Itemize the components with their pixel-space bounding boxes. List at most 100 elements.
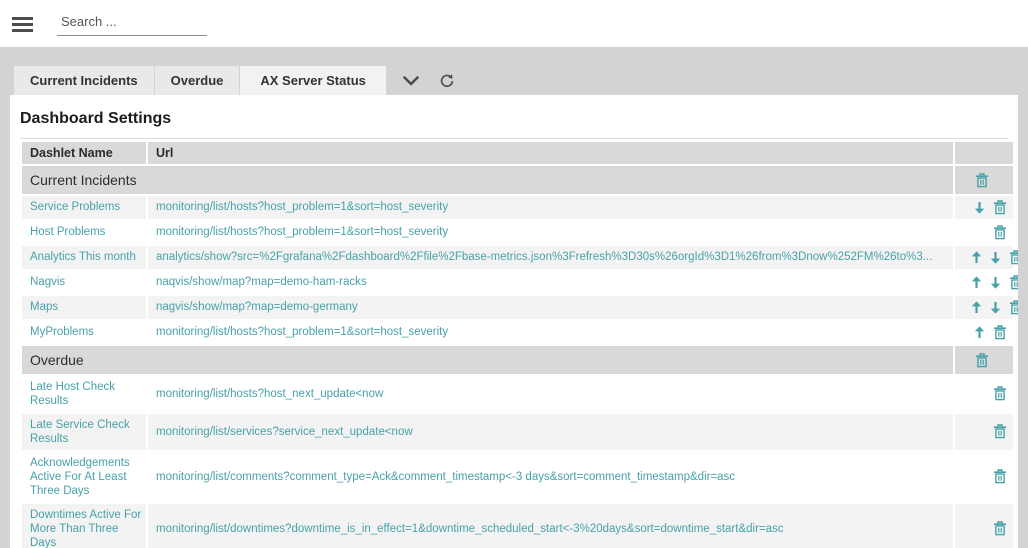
dashlet-table: Dashlet Name Url Current IncidentsServic… [20,140,1015,548]
table-header-row: Dashlet Name Url [22,142,1013,164]
dashlet-url-cell: nagvis/show/map?map=demo-germany [148,296,953,319]
delete-button[interactable] [993,469,1007,484]
dashlet-url-link[interactable]: nagvis/show/map?map=demo-germany [156,301,358,313]
column-header-actions [955,142,1013,164]
arrow-up-icon [971,251,982,264]
trash-icon [993,469,1007,484]
tab-ax-server-status[interactable]: AX Server Status [240,66,386,95]
dashlet-name-cell: Late Service Check Results [22,414,146,450]
search-field-wrap [57,12,207,36]
dashlet-url-link[interactable]: monitoring/list/hosts?host_problem=1&sor… [156,326,448,338]
delete-button[interactable] [1009,275,1018,290]
search-input[interactable] [57,12,207,36]
dashlet-url-link[interactable]: monitoring/list/hosts?host_problem=1&sor… [156,226,448,238]
delete-button[interactable] [993,200,1007,215]
dashlet-name-link[interactable]: Nagvis [30,276,65,288]
chevron-down-icon[interactable] [403,66,419,95]
delete-button[interactable] [993,325,1007,340]
dashlet-name-cell: Analytics This month [22,246,146,269]
dashlet-url-link[interactable]: analytics/show?src=%2Fgrafana%2Fdashboar… [156,251,932,263]
move-down-button[interactable] [990,301,1001,314]
dashlet-name-link[interactable]: Late Service Check Results [30,419,130,445]
dashlet-url-cell: naqvis/show/map?map=demo-ham-racks [148,271,953,294]
dashlet-row: Downtimes Active For More Than Three Day… [22,504,1013,548]
row-actions [955,414,1013,450]
arrow-up-icon [971,301,982,314]
dashlet-name-cell: Nagvis [22,271,146,294]
move-up-button[interactable] [971,251,982,264]
delete-button[interactable] [1009,300,1018,315]
refresh-icon[interactable] [439,66,455,95]
move-down-button[interactable] [990,251,1001,264]
dashlet-url-link[interactable]: monitoring/list/services?service_next_up… [156,426,413,438]
dashlet-name-link[interactable]: Host Problems [30,226,105,238]
arrow-up-icon [974,326,985,339]
dashlet-url-link[interactable]: monitoring/list/downtimes?downtime_is_in… [156,523,784,535]
row-actions [955,271,1013,294]
tab-overdue[interactable]: Overdue [155,66,240,95]
dashlet-row: Late Host Check Results monitoring/list/h… [22,376,1013,412]
dashlet-url-cell: monitoring/list/services?service_next_up… [148,414,953,450]
trash-icon [993,521,1007,536]
dashlet-row: Nagvis naqvis/show/map?map=demo-ham-racks [22,271,1013,294]
dashlet-name-link[interactable]: Acknowledgements Active For At Least Thr… [30,457,130,497]
row-actions [955,376,1013,412]
section-title: Current Incidents [22,166,953,194]
row-actions [955,196,1013,219]
trash-icon [993,424,1007,439]
delete-button[interactable] [993,521,1007,536]
menu-icon[interactable] [12,17,33,32]
dashlet-name-cell: Service Problems [22,196,146,219]
dashlet-url-cell: monitoring/list/comments?comment_type=Ac… [148,452,953,502]
arrow-down-icon [990,276,1001,289]
dashlet-name-link[interactable]: Analytics This month [30,251,136,263]
arrow-down-icon [974,201,985,214]
dashlet-name-link[interactable]: Downtimes Active For More Than Three Day… [30,509,141,548]
dashlet-row: Late Service Check Results monitoring/lis… [22,414,1013,450]
dashlet-url-link[interactable]: monitoring/list/hosts?host_problem=1&sor… [156,201,448,213]
section-title: Overdue [22,346,953,374]
dashlet-url-link[interactable]: monitoring/list/hosts?host_next_update<n… [156,388,383,400]
dashlet-name-link[interactable]: Maps [30,301,58,313]
delete-button[interactable] [993,386,1007,401]
dashlet-url-cell: monitoring/list/hosts?host_problem=1&sor… [148,321,953,344]
delete-button[interactable] [975,353,989,368]
trash-icon [993,200,1007,215]
row-actions [955,166,1013,194]
move-down-button[interactable] [974,201,985,214]
delete-button[interactable] [993,424,1007,439]
dashlet-row: Acknowledgements Active For At Least Thr… [22,452,1013,502]
dashlet-name-link[interactable]: Late Host Check Results [30,381,115,407]
trash-icon [993,225,1007,240]
dashlet-name-cell: Late Host Check Results [22,376,146,412]
delete-button[interactable] [993,225,1007,240]
move-up-button[interactable] [971,276,982,289]
dashlet-row: Analytics This month analytics/show?src=%… [22,246,1013,269]
move-up-button[interactable] [971,301,982,314]
row-actions [955,346,1013,374]
top-bar [0,0,1028,47]
tab-current-incidents[interactable]: Current Incidents [14,66,154,95]
dashlet-url-link[interactable]: naqvis/show/map?map=demo-ham-racks [156,276,367,288]
row-actions [955,452,1013,502]
trash-icon [975,353,989,368]
dashlet-name-link[interactable]: MyProblems [30,326,94,338]
delete-button[interactable] [975,173,989,188]
dashlet-name-link[interactable]: Service Problems [30,201,120,213]
dashlet-name-cell: Downtimes Active For More Than Three Day… [22,504,146,548]
page-title: Dashboard Settings [20,109,1008,139]
dashlet-table-body: Current Incidents Service Problems monitor… [22,166,1013,548]
trash-icon [1009,250,1018,265]
arrow-up-icon [971,276,982,289]
dashlet-url-link[interactable]: monitoring/list/comments?comment_type=Ac… [156,471,735,483]
move-down-button[interactable] [990,276,1001,289]
delete-button[interactable] [1009,250,1018,265]
dashlet-name-cell: MyProblems [22,321,146,344]
trash-icon [1009,300,1018,315]
dashlet-url-cell: monitoring/list/hosts?host_problem=1&sor… [148,221,953,244]
dashlet-row: Service Problems monitoring/list/hosts?ho… [22,196,1013,219]
tab-bar: Current Incidents Overdue AX Server Stat… [0,47,1028,95]
move-up-button[interactable] [974,326,985,339]
trash-icon [993,386,1007,401]
section-row: Overdue [22,346,1013,374]
